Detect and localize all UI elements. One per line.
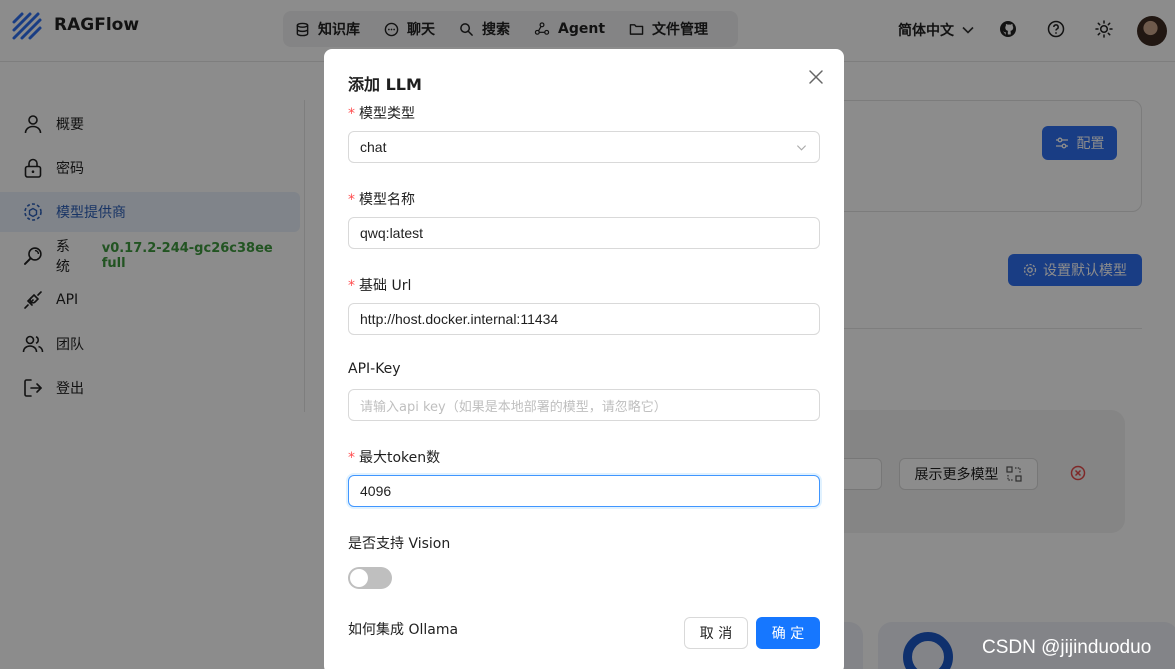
close-icon[interactable] (808, 69, 824, 85)
confirm-button[interactable]: 确 定 (756, 617, 820, 649)
add-llm-modal: 添加 LLM * 模型类型 chat * 模型名称 qwq:latest * 基础 U… (324, 49, 844, 669)
model-name-value: qwq:latest (360, 225, 424, 241)
required-marker: * (348, 106, 355, 122)
model-type-value: chat (360, 139, 387, 155)
modal-title: 添加 LLM (348, 75, 422, 94)
required-marker: * (348, 450, 355, 466)
api-key-placeholder: 请输入api key（如果是本地部署的模型，请忽略它） (360, 399, 667, 415)
cancel-button[interactable]: 取 消 (684, 617, 748, 649)
max-tokens-label: * 最大token数 (348, 447, 440, 467)
vision-toggle[interactable] (348, 567, 392, 589)
model-type-label-text: 模型类型 (359, 106, 415, 122)
model-name-label: * 模型名称 (348, 189, 415, 209)
api-key-input[interactable]: 请输入api key（如果是本地部署的模型，请忽略它） (348, 389, 820, 421)
model-type-label: * 模型类型 (348, 103, 415, 123)
ollama-integration-link[interactable]: 如何集成 Ollama (348, 619, 458, 639)
model-type-select[interactable]: chat (348, 131, 820, 163)
vision-label: 是否支持 Vision (348, 536, 451, 552)
model-name-label-text: 模型名称 (359, 192, 415, 208)
toggle-knob (350, 569, 368, 587)
max-tokens-value: 4096 (360, 483, 392, 499)
base-url-label-text: 基础 Url (359, 278, 412, 294)
base-url-label: * 基础 Url (348, 275, 411, 295)
api-key-label: API-Key (348, 361, 401, 377)
watermark: CSDN @jijinduoduo (982, 637, 1152, 658)
max-tokens-label-text: 最大token数 (359, 450, 441, 466)
base-url-input[interactable]: http://host.docker.internal:11434 (348, 303, 820, 335)
model-name-input[interactable]: qwq:latest (348, 217, 820, 249)
chevron-down-icon (796, 145, 807, 151)
base-url-value: http://host.docker.internal:11434 (360, 311, 559, 327)
max-tokens-input[interactable]: 4096 (348, 475, 820, 507)
required-marker: * (348, 192, 355, 208)
required-marker: * (348, 278, 355, 294)
